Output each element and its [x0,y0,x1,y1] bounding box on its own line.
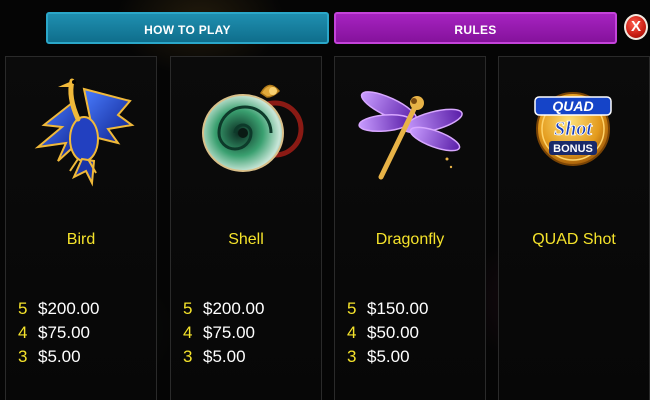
payout-table: 5 $200.00 4 $75.00 3 $5.00 [183,297,264,369]
shell-icon [187,67,307,192]
quad-shot-bonus-icon: QUAD Shot BONUS [515,67,635,192]
payout-row: 3 $5.00 [18,345,99,369]
payout-amount: $5.00 [38,347,81,366]
payout-table: 5 $200.00 4 $75.00 3 $5.00 [18,297,99,369]
match-count: 4 [18,323,28,342]
bird-icon [22,67,142,192]
tab-how-to-play[interactable]: HOW TO PLAY [46,12,329,44]
payout-amount: $5.00 [203,347,246,366]
payout-amount: $200.00 [38,299,100,318]
match-count: 4 [183,323,193,342]
match-count: 5 [347,299,357,318]
payout-row: 3 $5.00 [183,345,264,369]
payout-row: 5 $200.00 [183,297,264,321]
symbol-name: QUAD Shot [532,231,616,248]
payout-row: 4 $75.00 [18,321,99,345]
payout-amount: $150.00 [367,299,429,318]
svg-text:BONUS: BONUS [553,143,593,155]
symbol-card-shell: Shell 5 $200.00 4 $75.00 3 $5.00 [170,56,322,400]
payout-row: 5 $200.00 [18,297,99,321]
payout-amount: $200.00 [203,299,265,318]
match-count: 3 [183,347,193,366]
match-count: 5 [183,299,193,318]
match-count: 5 [18,299,28,318]
tab-rules[interactable]: RULES [334,12,617,44]
svg-text:Shot: Shot [554,118,593,140]
payout-row: 4 $75.00 [183,321,264,345]
payout-table: 5 $150.00 4 $50.00 3 $5.00 [347,297,428,369]
symbol-name: Dragonfly [375,231,445,248]
payout-amount: $75.00 [38,323,90,342]
payout-amount: $5.00 [367,347,410,366]
symbol-card-quad-shot: QUAD Shot BONUS QUAD Shot [498,56,650,400]
symbol-name: Shell [228,231,264,248]
match-count: 3 [18,347,28,366]
close-button[interactable]: X [624,14,648,40]
symbol-name: Bird [66,231,96,248]
match-count: 3 [347,347,357,366]
payout-row: 5 $150.00 [347,297,428,321]
payout-amount: $50.00 [367,323,419,342]
dragonfly-icon [351,67,471,192]
svg-text:QUAD: QUAD [552,98,593,114]
symbol-card-dragonfly: Dragonfly 5 $150.00 4 $50.00 3 $5.00 [334,56,486,400]
symbol-card-bird: Bird 5 $200.00 4 $75.00 3 $5.00 [5,56,157,400]
payout-row: 3 $5.00 [347,345,428,369]
match-count: 4 [347,323,357,342]
payout-row: 4 $50.00 [347,321,428,345]
payout-amount: $75.00 [203,323,255,342]
